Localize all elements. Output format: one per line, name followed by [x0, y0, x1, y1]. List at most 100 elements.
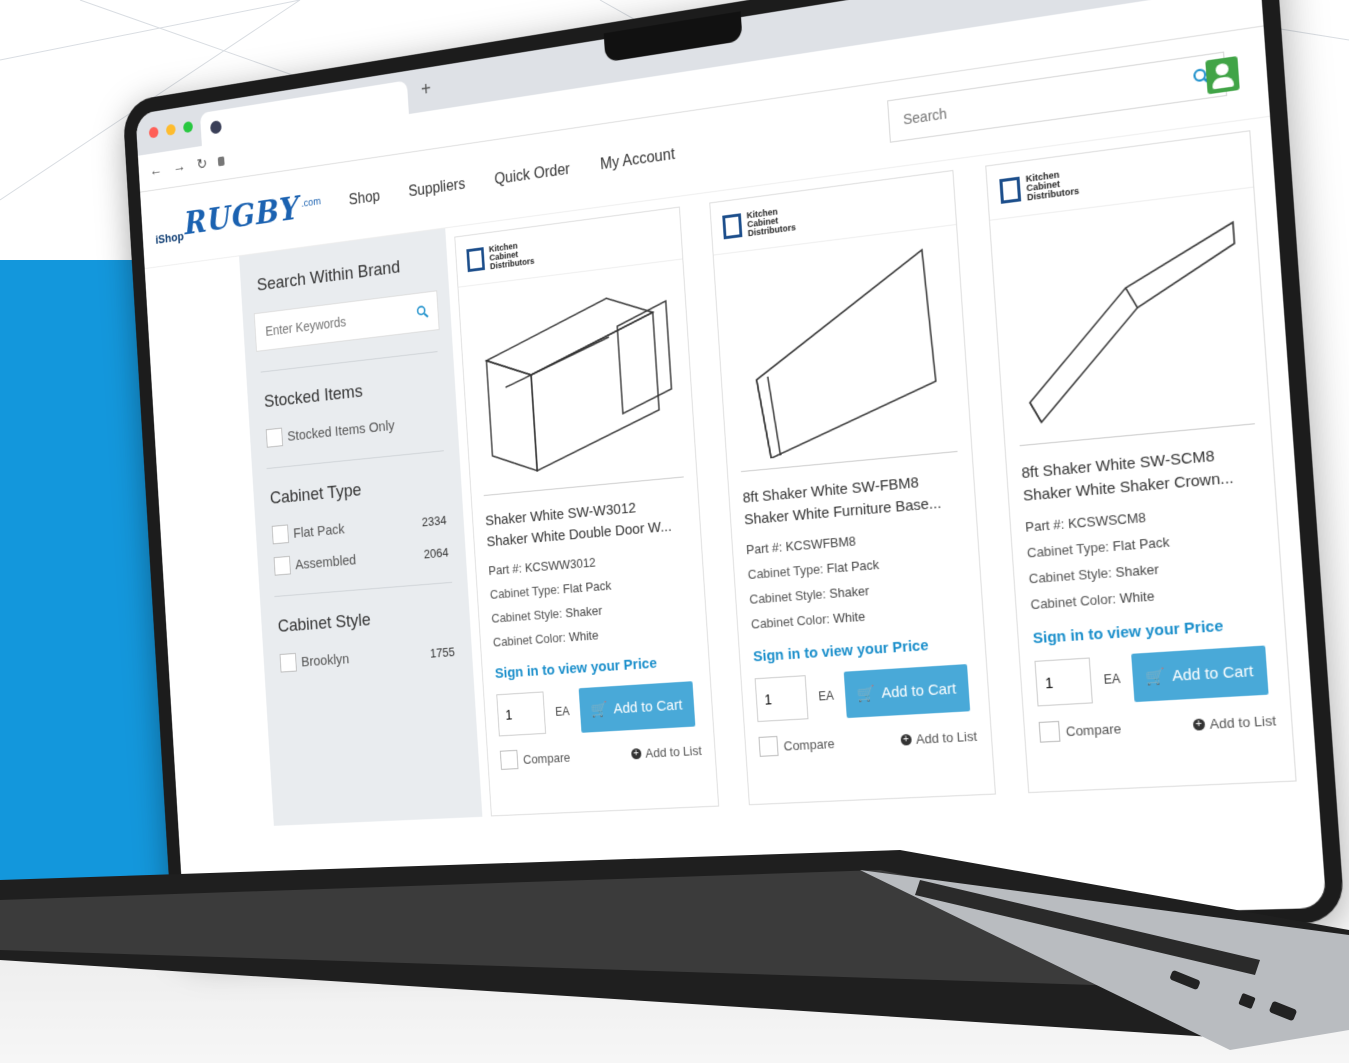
- quantity-input[interactable]: [1034, 657, 1093, 707]
- laptop: + ⇪ ☆ ✱ ▯ ⋮ ← → ↻ iShop RUGBY: [122, 0, 1347, 969]
- nav-suppliers[interactable]: Suppliers: [408, 176, 466, 201]
- filter-count: 2064: [423, 544, 449, 561]
- cart-label: Add to Cart: [1171, 661, 1254, 685]
- compare-label: Compare: [783, 735, 835, 754]
- minimize-window-icon[interactable]: [165, 123, 176, 136]
- reload-icon[interactable]: ↻: [196, 154, 208, 174]
- add-list-label: Add to List: [644, 742, 703, 761]
- filter-label: Brooklyn: [300, 650, 350, 670]
- product-image[interactable]: [726, 226, 958, 473]
- back-icon[interactable]: ←: [149, 162, 162, 180]
- spec-label: Cabinet Type:: [489, 581, 561, 602]
- spec-value: Flat Pack: [1112, 533, 1171, 555]
- divider: [260, 351, 438, 373]
- favicon-icon: [209, 120, 222, 135]
- forward-icon[interactable]: →: [173, 159, 187, 177]
- cart-label: Add to Cart: [612, 696, 683, 717]
- cart-label: Add to Cart: [880, 679, 957, 702]
- add-to-cart-button[interactable]: 🛒 Add to Cart: [1131, 645, 1269, 703]
- brand-search-title: Search Within Brand: [256, 257, 401, 296]
- logo-prefix: iShop: [155, 229, 185, 247]
- spec-label: Cabinet Style:: [491, 606, 563, 626]
- product-image[interactable]: [470, 261, 684, 497]
- add-list-label: Add to List: [915, 727, 978, 747]
- spec-value: Flat Pack: [562, 577, 612, 597]
- compare-label: Compare: [522, 749, 571, 767]
- filter-brooklyn[interactable]: Brooklyn 1755: [279, 642, 456, 673]
- add-to-list-link[interactable]: + Add to List: [1192, 712, 1276, 732]
- filter-label: Assembled: [294, 551, 357, 573]
- product-card: Kitchen Cabinet Distributors: [985, 130, 1297, 794]
- filter-assembled[interactable]: Assembled 2064: [273, 542, 449, 576]
- spec-label: Cabinet Style:: [748, 586, 827, 607]
- filter-count: 2334: [421, 512, 447, 529]
- spec-value: Flat Pack: [826, 556, 880, 576]
- compare-label: Compare: [1065, 720, 1122, 739]
- brooklyn-checkbox[interactable]: [279, 652, 297, 673]
- add-to-cart-button[interactable]: 🛒 Add to Cart: [843, 664, 971, 719]
- spec-value: White: [832, 608, 866, 626]
- stocked-filter[interactable]: Stocked Items Only: [265, 411, 441, 448]
- cart-icon: 🛒: [856, 685, 877, 704]
- add-list-label: Add to List: [1209, 712, 1277, 732]
- spec-value: Shaker: [564, 603, 603, 621]
- plus-circle-icon: +: [1192, 717, 1205, 731]
- base-molding-drawing: [730, 237, 955, 461]
- quantity-input[interactable]: [496, 691, 547, 737]
- nav-quick-order[interactable]: Quick Order: [494, 161, 571, 189]
- brand-mark-icon: [999, 176, 1022, 204]
- keyword-search: [253, 290, 440, 352]
- stocked-checkbox[interactable]: [265, 427, 284, 448]
- search-input[interactable]: [900, 68, 1194, 129]
- compare-checkbox[interactable]: [499, 749, 519, 770]
- nav-shop[interactable]: Shop: [348, 188, 380, 209]
- unit-of-measure: EA: [817, 688, 835, 704]
- spec-value: Shaker: [828, 582, 870, 602]
- account-icon[interactable]: [1205, 56, 1240, 95]
- stocked-label: Stocked Items Only: [286, 417, 396, 445]
- site-logo[interactable]: iShop RUGBY .com: [154, 187, 322, 247]
- lock-icon: [218, 156, 225, 167]
- divider: [266, 450, 444, 470]
- filter-sidebar: Search Within Brand Stocked Items Stocke…: [239, 228, 483, 826]
- brand-mark-icon: [466, 247, 485, 273]
- cabinet-type-title: Cabinet Type: [269, 480, 362, 509]
- assembled-checkbox[interactable]: [273, 555, 291, 576]
- unit-of-measure: EA: [1103, 671, 1121, 687]
- plus-circle-icon: +: [899, 733, 912, 746]
- plus-circle-icon: +: [630, 747, 642, 759]
- add-to-list-link[interactable]: + Add to List: [899, 727, 978, 747]
- product-card: Kitchen Cabinet Distributors: [454, 206, 720, 817]
- keyword-input[interactable]: [263, 304, 417, 340]
- laptop-bezel: + ⇪ ☆ ✱ ▯ ⋮ ← → ↻ iShop RUGBY: [122, 0, 1346, 951]
- spec-label: Cabinet Type:: [1026, 538, 1110, 561]
- quantity-input[interactable]: [754, 675, 809, 723]
- compare-checkbox[interactable]: [1038, 720, 1061, 743]
- search-icon[interactable]: [416, 303, 430, 321]
- spec-label: Cabinet Color:: [492, 629, 567, 650]
- new-tab-icon[interactable]: +: [420, 78, 431, 101]
- divider: [274, 581, 453, 598]
- add-to-cart-button[interactable]: 🛒 Add to Cart: [578, 681, 696, 733]
- product-image[interactable]: [1004, 189, 1255, 447]
- spec-label: Cabinet Style:: [1028, 564, 1113, 587]
- laptop-screen: + ⇪ ☆ ✱ ▯ ⋮ ← → ↻ iShop RUGBY: [135, 0, 1327, 938]
- filter-flat-pack[interactable]: Flat Pack 2334: [271, 510, 447, 545]
- crown-molding-drawing: [1007, 200, 1251, 434]
- logo-name: RUGBY: [183, 189, 301, 243]
- maximize-window-icon[interactable]: [183, 120, 194, 134]
- filter-count: 1755: [429, 644, 456, 661]
- nav-my-account[interactable]: My Account: [600, 146, 676, 174]
- brand-mark-icon: [722, 213, 743, 240]
- close-window-icon[interactable]: [148, 126, 159, 139]
- spec-label: Cabinet Color:: [750, 611, 831, 632]
- product-card: Kitchen Cabinet Distributors: [709, 169, 996, 806]
- cabinet-style-title: Cabinet Style: [277, 610, 372, 637]
- compare-checkbox[interactable]: [758, 735, 779, 757]
- spec-value: Shaker: [1115, 561, 1160, 581]
- flat-pack-checkbox[interactable]: [271, 524, 290, 545]
- filter-label: Flat Pack: [292, 520, 346, 542]
- unit-of-measure: EA: [554, 704, 570, 719]
- wall-cabinet-drawing: [473, 271, 681, 485]
- add-to-list-link[interactable]: + Add to List: [630, 743, 702, 761]
